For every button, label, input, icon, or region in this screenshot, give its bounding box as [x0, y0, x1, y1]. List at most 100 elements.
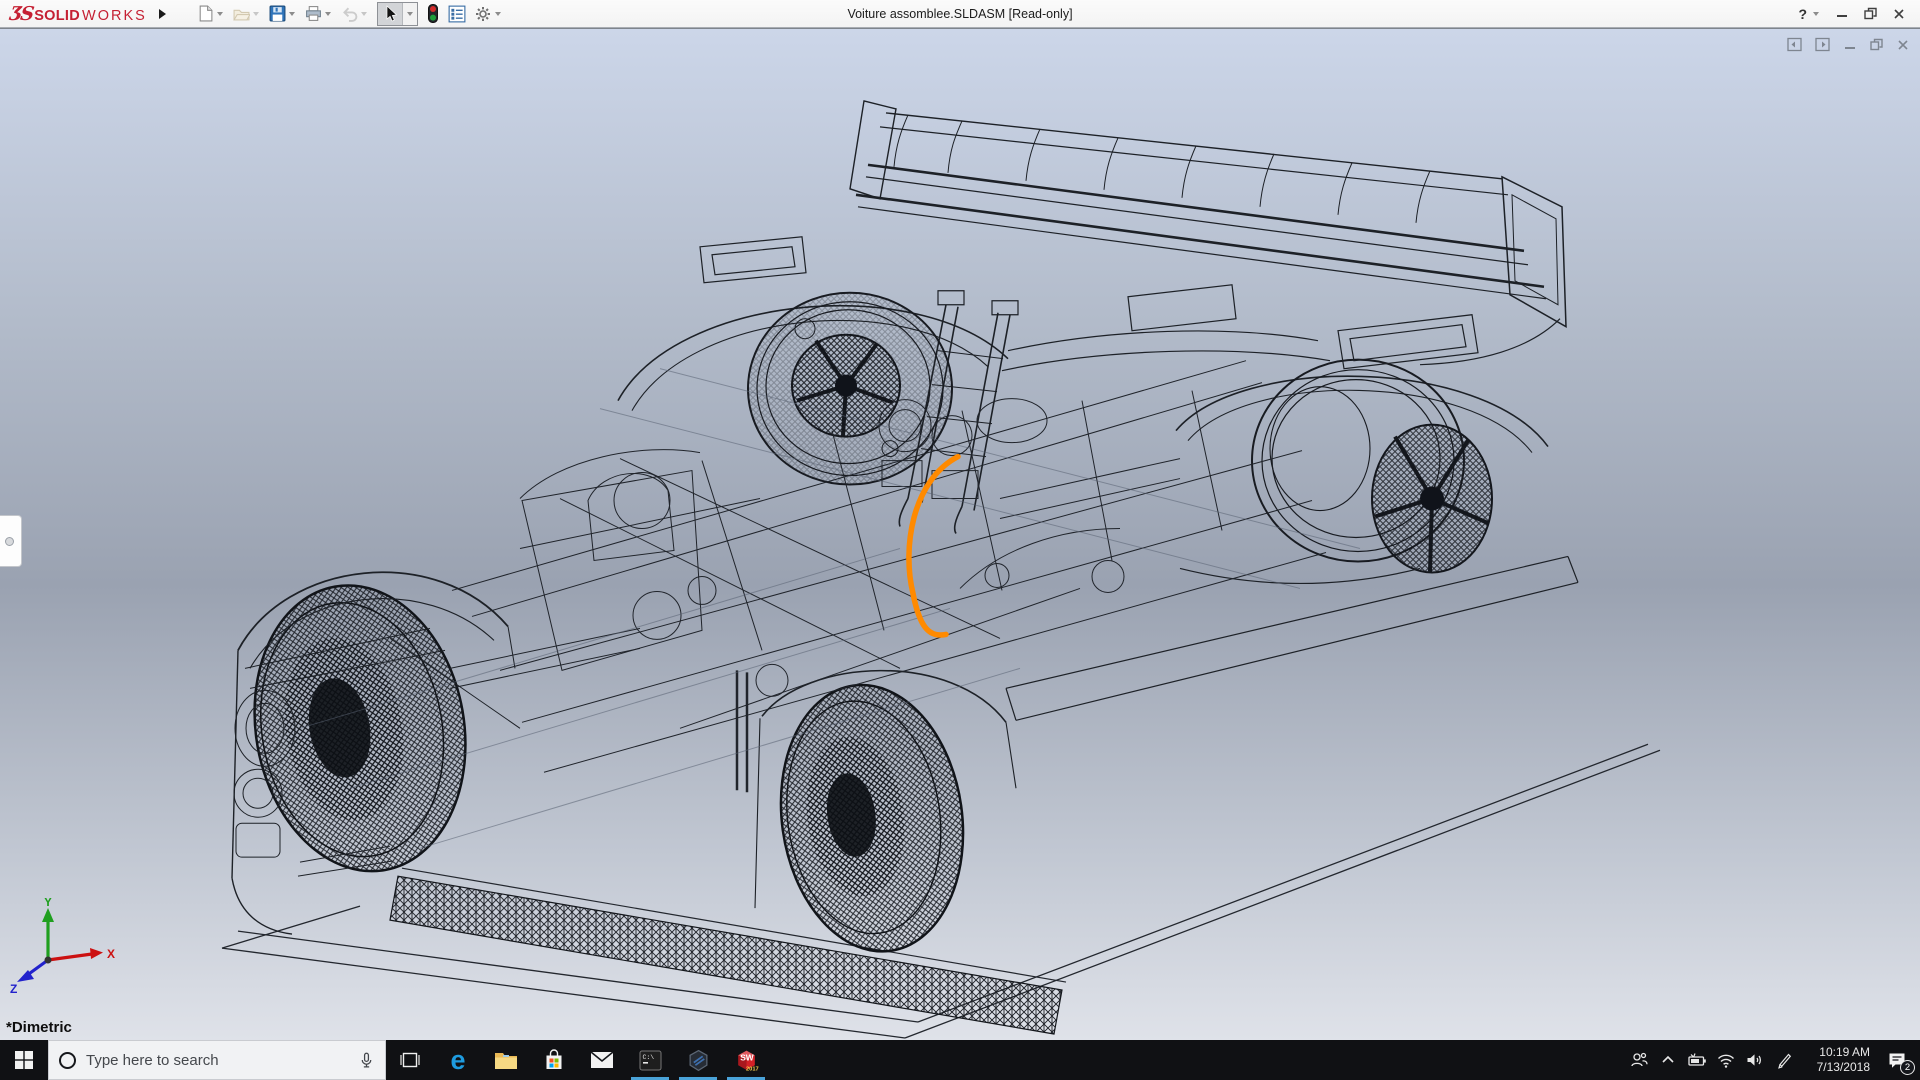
start-button[interactable] — [0, 1040, 48, 1080]
help-button[interactable]: ? — [1798, 6, 1821, 22]
doc-close-icon[interactable] — [1896, 38, 1910, 52]
help-label: ? — [1798, 6, 1807, 22]
clock[interactable]: 10:19 AM 7/13/2018 — [1798, 1045, 1874, 1075]
volume-icon — [1745, 1051, 1764, 1069]
view-orientation-label: *Dimetric — [6, 1019, 72, 1036]
options-dropdown-caret[interactable] — [495, 12, 501, 16]
triad-z-label: Z — [10, 982, 17, 993]
brand-works-text: WORKS — [82, 8, 147, 24]
save-floppy-icon — [269, 5, 286, 22]
front-left-wheel[interactable] — [233, 569, 488, 888]
help-dropdown-icon — [1813, 12, 1819, 16]
system-tray: 10:19 AM 7/13/2018 2 — [1624, 1040, 1920, 1080]
command-prompt-icon: C:\ — [639, 1050, 662, 1071]
restore-icon — [1863, 6, 1878, 21]
solidworks-logo-mark-icon: ƷS — [8, 3, 33, 25]
people-icon — [1629, 1050, 1649, 1070]
panel-expand-icon — [5, 537, 14, 546]
action-center-button[interactable]: 2 — [1874, 1040, 1920, 1080]
microsoft-store-icon — [543, 1049, 565, 1072]
brand-solid-text: SOLID — [34, 8, 80, 24]
solidworks-app-icon: SW 2017 — [734, 1048, 759, 1073]
undo-icon — [341, 5, 358, 22]
taskbar-app-mail[interactable] — [578, 1040, 626, 1080]
open-button[interactable] — [230, 3, 264, 24]
options-button[interactable] — [471, 3, 506, 25]
menu-flyout-arrow-icon[interactable] — [159, 9, 166, 19]
taskbar-app-file-explorer[interactable] — [482, 1040, 530, 1080]
triad-y-label: Y — [44, 898, 52, 909]
save-dropdown-caret[interactable] — [289, 12, 295, 16]
windows-ink-button[interactable] — [1769, 1040, 1798, 1080]
chevron-up-icon — [1660, 1052, 1676, 1068]
save-button[interactable] — [266, 3, 300, 24]
select-dropdown-caret — [407, 12, 413, 16]
select-dropdown-button[interactable] — [402, 3, 417, 25]
splitter-mesh — [390, 876, 1062, 1034]
taskbar-app-store[interactable] — [530, 1040, 578, 1080]
svg-text:C:\: C:\ — [642, 1054, 654, 1061]
open-dropdown-caret[interactable] — [253, 12, 259, 16]
window-title: Voiture assomblee.SLDASM [Read-only] — [847, 0, 1072, 28]
undo-button[interactable] — [338, 3, 372, 24]
clock-time: 10:19 AM — [1798, 1045, 1870, 1060]
taskbar-app-solidworks[interactable]: SW 2017 — [722, 1040, 770, 1080]
feature-manager-collapsed-tab[interactable] — [0, 515, 22, 567]
minimize-button[interactable] — [1835, 7, 1849, 21]
taskbar-app-command-prompt[interactable]: C:\ — [626, 1040, 674, 1080]
taskbar-app-hexagon[interactable] — [674, 1040, 722, 1080]
windows-taskbar: Type here to search e — [0, 1040, 1920, 1080]
taskbar-app-edge[interactable]: e — [434, 1040, 482, 1080]
wifi-icon — [1716, 1051, 1736, 1069]
microphone-icon[interactable] — [358, 1052, 375, 1069]
doc-minimize-icon[interactable] — [1843, 38, 1857, 52]
new-dropdown-caret[interactable] — [217, 12, 223, 16]
file-properties-button[interactable] — [445, 3, 469, 25]
battery-button[interactable] — [1682, 1040, 1711, 1080]
pen-icon — [1775, 1051, 1793, 1069]
wireframe-car-model[interactable] — [0, 29, 1920, 1040]
clock-date: 7/13/2018 — [1798, 1060, 1870, 1075]
select-tool-group — [377, 2, 418, 26]
mail-icon — [590, 1050, 614, 1070]
file-properties-icon — [448, 5, 466, 23]
volume-button[interactable] — [1740, 1040, 1769, 1080]
search-placeholder: Type here to search — [86, 1052, 348, 1069]
graphics-viewport[interactable]: Y X Z *Dimetric — [0, 28, 1920, 1040]
cortana-circle-icon — [59, 1052, 76, 1069]
people-button[interactable] — [1624, 1040, 1653, 1080]
battery-charging-icon — [1686, 1051, 1707, 1069]
close-button[interactable] — [1892, 7, 1906, 21]
pane-right-icon[interactable] — [1815, 37, 1831, 52]
search-input[interactable]: Type here to search — [48, 1040, 386, 1080]
doc-restore-icon[interactable] — [1869, 37, 1884, 52]
close-icon — [1892, 7, 1906, 21]
file-explorer-icon — [494, 1049, 518, 1071]
taskbar-app-task-view[interactable] — [386, 1040, 434, 1080]
selected-edge-highlight[interactable] — [909, 457, 958, 635]
open-folder-icon — [233, 5, 250, 22]
new-document-button[interactable] — [194, 3, 228, 24]
svg-text:SW: SW — [740, 1052, 754, 1062]
pane-left-icon[interactable] — [1787, 37, 1803, 52]
print-dropdown-caret[interactable] — [325, 12, 331, 16]
select-tool-button[interactable] — [378, 3, 402, 25]
solidworks-logo: ƷS SOLIDWORKS — [6, 3, 151, 25]
print-icon — [305, 5, 322, 22]
restore-button[interactable] — [1863, 6, 1878, 21]
quick-toolbar — [194, 2, 506, 26]
network-button[interactable] — [1711, 1040, 1740, 1080]
print-button[interactable] — [302, 3, 336, 24]
svg-text:2017: 2017 — [745, 1066, 758, 1072]
document-window-controls — [1787, 37, 1910, 52]
reference-triad: Y X Z — [8, 898, 118, 998]
rebuild-traffic-light-icon — [426, 4, 440, 23]
front-right-wheel[interactable] — [764, 673, 980, 963]
window-controls: ? — [1798, 6, 1914, 22]
show-hidden-icons-button[interactable] — [1653, 1040, 1682, 1080]
options-gear-icon — [474, 5, 492, 23]
edge-icon: e — [450, 1047, 465, 1074]
task-view-icon — [399, 1049, 421, 1071]
rebuild-button[interactable] — [423, 2, 443, 25]
undo-dropdown-caret[interactable] — [361, 12, 367, 16]
